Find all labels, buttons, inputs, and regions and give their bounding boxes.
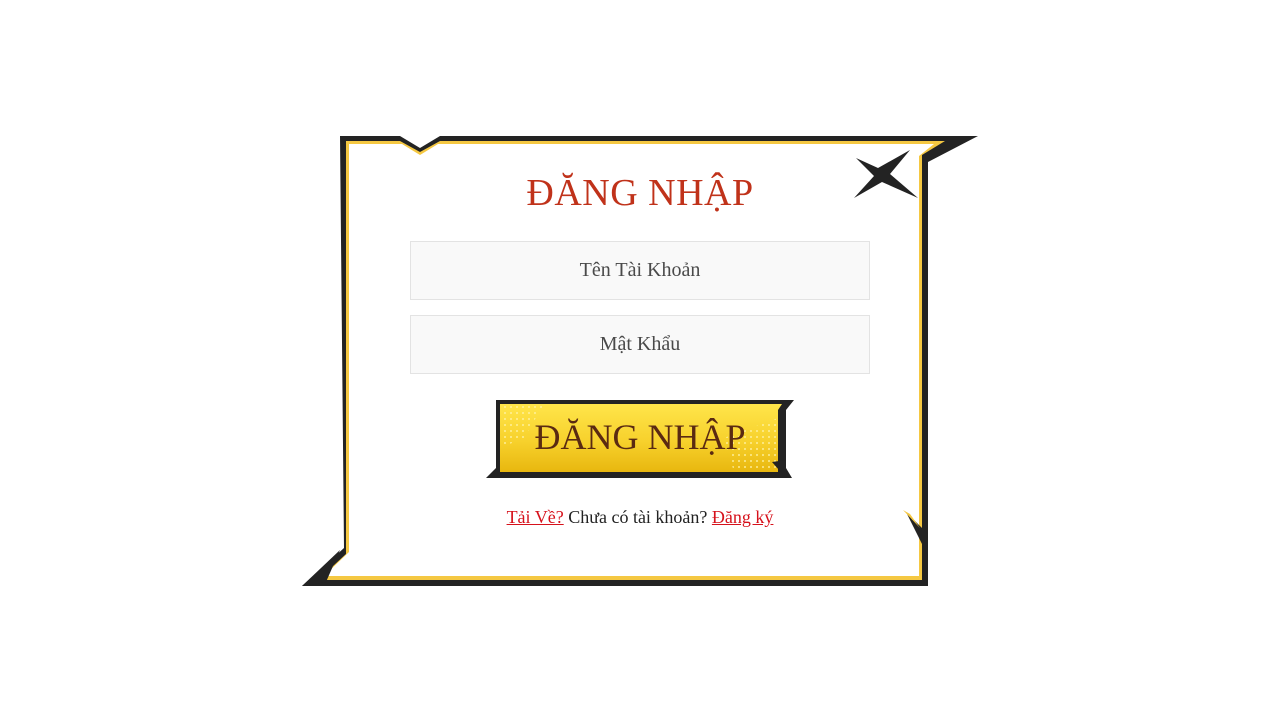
no-account-text: Chưa có tài khoản?	[563, 507, 712, 527]
username-input[interactable]	[410, 241, 870, 300]
login-page: ĐĂNG NHẬP ĐĂNG NH	[0, 0, 1280, 720]
close-button[interactable]	[852, 148, 922, 202]
login-button[interactable]: ĐĂNG NHẬP	[484, 398, 796, 480]
dialog-title: ĐĂNG NHẬP	[526, 172, 754, 214]
download-link[interactable]: Tải Về?	[507, 507, 564, 527]
close-x-icon	[854, 150, 918, 198]
password-input[interactable]	[410, 315, 870, 374]
register-link[interactable]: Đăng ký	[712, 507, 774, 527]
footer-links: Tải Về? Chưa có tài khoản? Đăng ký	[400, 506, 880, 528]
login-button-label: ĐĂNG NHẬP	[534, 417, 746, 457]
